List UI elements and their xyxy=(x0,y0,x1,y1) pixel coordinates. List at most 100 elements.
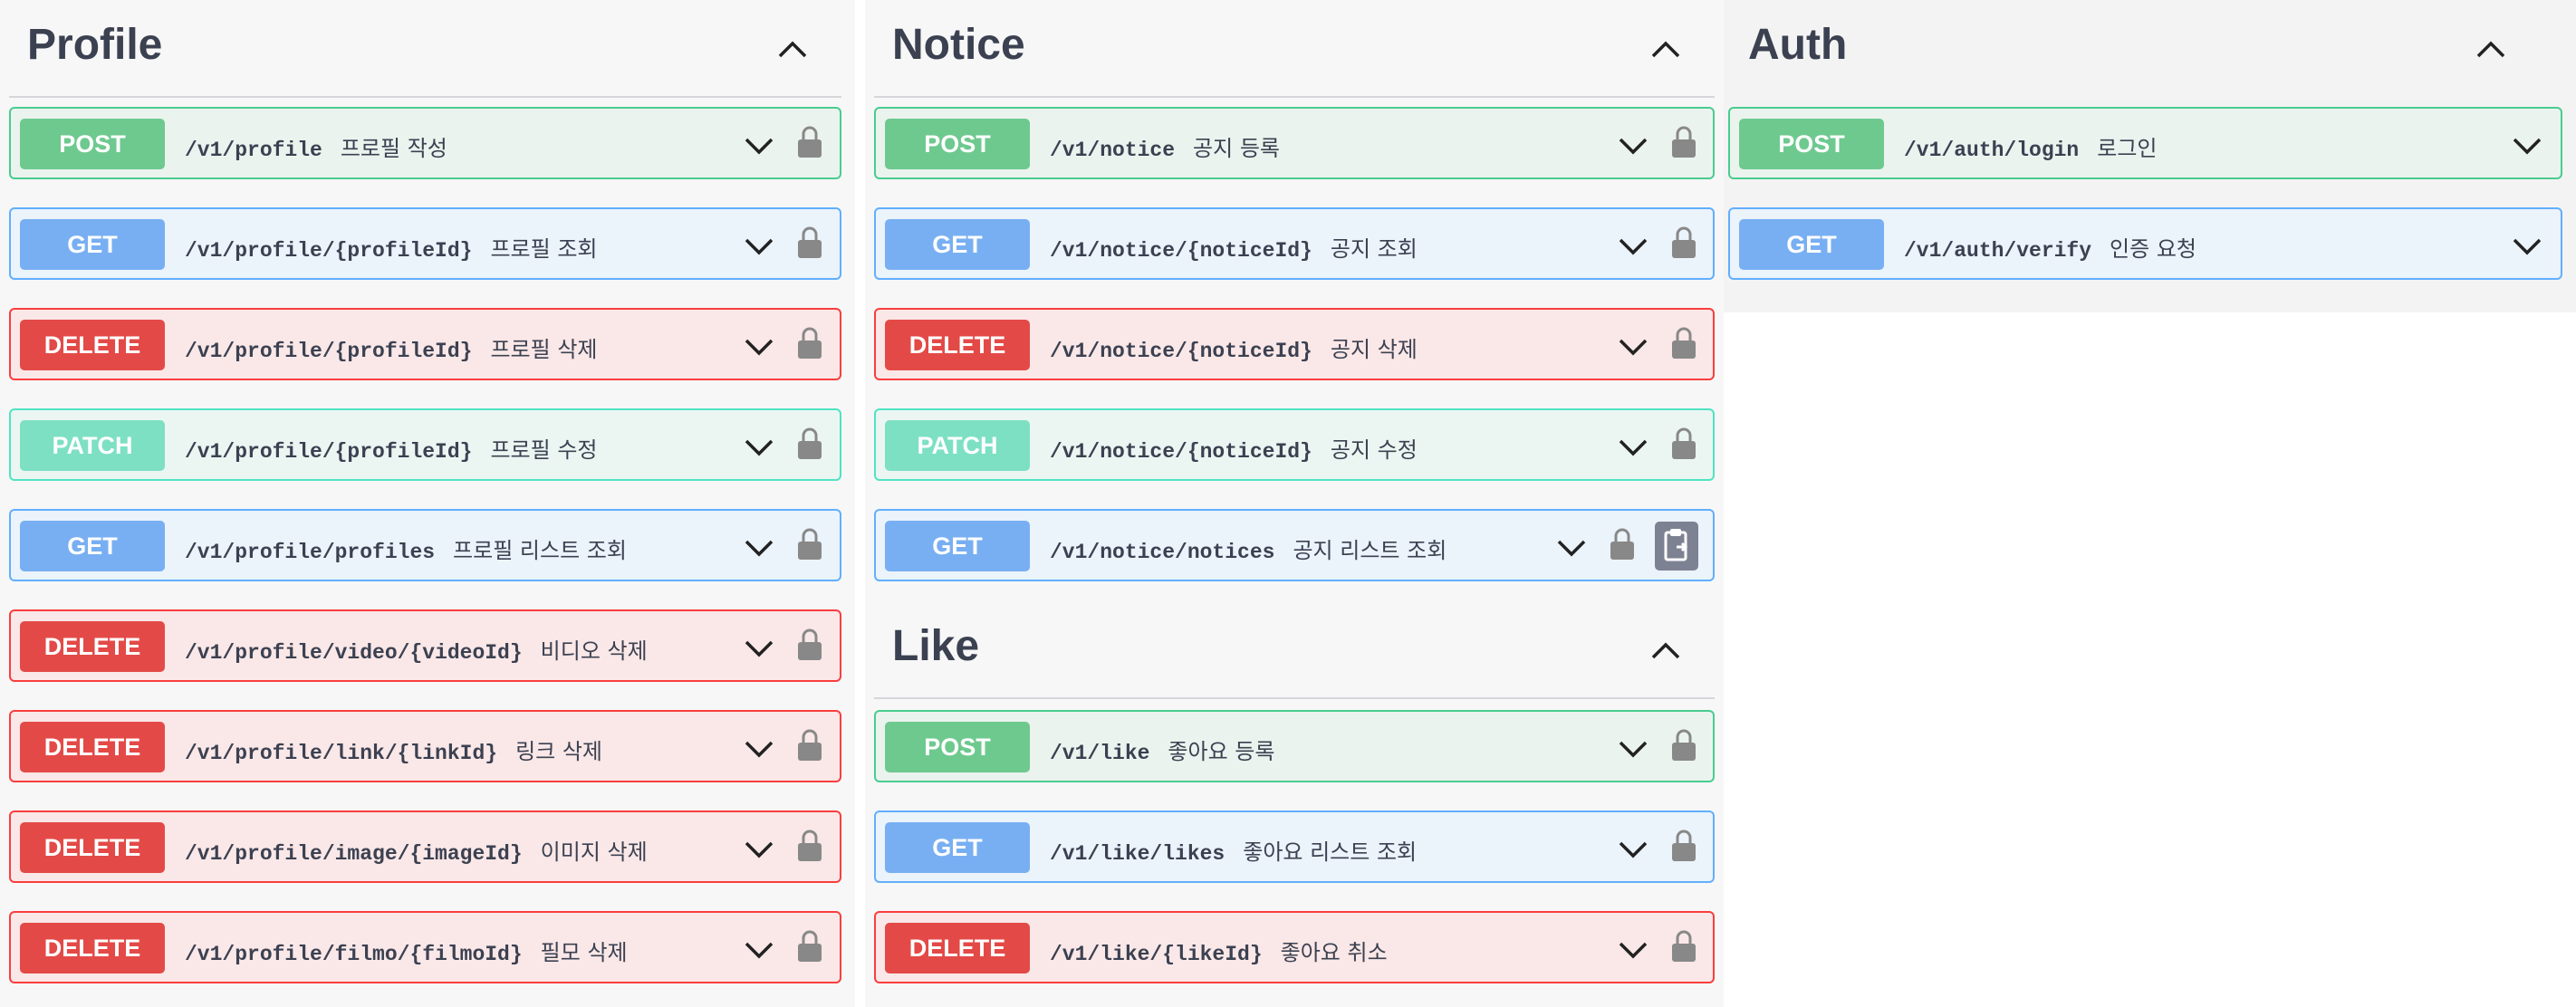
auth-column: Auth POST /v1/auth/login 로그인 GET /v1/auth… xyxy=(1724,0,2576,312)
tag-section-auth: Auth POST /v1/auth/login 로그인 GET /v1/auth… xyxy=(1724,0,2576,312)
lock-icon[interactable] xyxy=(795,123,824,159)
opblock-post-notice[interactable]: POST /v1/notice 공지 등록 xyxy=(874,107,1715,179)
tag-title: Notice xyxy=(892,21,1025,69)
method-badge: DELETE xyxy=(20,923,165,973)
opblock-post-profile[interactable]: POST /v1/profile 프로필 작성 xyxy=(9,107,841,179)
method-badge: POST xyxy=(20,119,165,169)
chevron-down-icon[interactable] xyxy=(743,834,775,863)
operation-path: /v1/profile/image/{imageId} 이미지 삭제 xyxy=(185,839,648,866)
operation-path: /v1/profile/link/{linkId} 링크 삭제 xyxy=(185,739,603,765)
operation-summary: 좋아요 리스트 조회 xyxy=(1243,839,1418,865)
lock-icon[interactable] xyxy=(795,425,824,461)
opblock-delete-filmo[interactable]: DELETE /v1/profile/filmo/{filmoId} 필모 삭제 xyxy=(9,911,841,983)
operation-path: /v1/profile/{profileId} 프로필 삭제 xyxy=(185,337,598,363)
operation-summary: 공지 등록 xyxy=(1193,136,1280,161)
lock-icon[interactable] xyxy=(1669,123,1698,159)
lock-icon[interactable] xyxy=(795,525,824,561)
lock-icon[interactable] xyxy=(1669,425,1698,461)
notice-like-column: Notice POST /v1/notice 공지 등록 GET /v1/noti… xyxy=(865,0,1724,1007)
chevron-down-icon[interactable] xyxy=(743,935,775,964)
operation-summary: 필모 삭제 xyxy=(540,940,628,965)
lock-icon[interactable] xyxy=(1669,726,1698,762)
operation-summary: 링크 삭제 xyxy=(515,739,603,764)
chevron-down-icon[interactable] xyxy=(743,130,775,159)
opblock-get-profile-by-id[interactable]: GET /v1/profile/{profileId} 프로필 조회 xyxy=(9,207,841,280)
operation-summary: 이미지 삭제 xyxy=(540,839,648,865)
chevron-down-icon[interactable] xyxy=(1617,834,1649,863)
opblock-get-likes[interactable]: GET /v1/like/likes 좋아요 리스트 조회 xyxy=(874,810,1715,883)
tag-title: Profile xyxy=(27,21,163,69)
opblock-delete-profile[interactable]: DELETE /v1/profile/{profileId} 프로필 삭제 xyxy=(9,308,841,380)
method-badge: DELETE xyxy=(20,320,165,370)
operation-summary: 공지 리스트 조회 xyxy=(1293,538,1447,563)
method-badge: POST xyxy=(885,119,1030,169)
opblock-get-notices[interactable]: GET /v1/notice/notices 공지 리스트 조회 xyxy=(874,509,1715,581)
opblock-delete-link[interactable]: DELETE /v1/profile/link/{linkId} 링크 삭제 xyxy=(9,710,841,782)
lock-icon[interactable] xyxy=(795,224,824,260)
lock-icon[interactable] xyxy=(1669,827,1698,863)
operation-summary: 좋아요 등록 xyxy=(1168,739,1275,764)
operation-path: /v1/notice/{noticeId} 공지 조회 xyxy=(1050,236,1418,263)
operation-path: /v1/notice/notices 공지 리스트 조회 xyxy=(1050,538,1447,564)
method-badge: DELETE xyxy=(885,923,1030,973)
operation-summary: 프로필 작성 xyxy=(340,136,447,161)
lock-icon[interactable] xyxy=(1669,927,1698,964)
lock-icon[interactable] xyxy=(795,726,824,762)
opblock-patch-profile[interactable]: PATCH /v1/profile/{profileId} 프로필 수정 xyxy=(9,408,841,481)
lock-icon[interactable] xyxy=(795,626,824,662)
copy-button[interactable] xyxy=(1655,522,1698,571)
operation-summary: 프로필 리스트 조회 xyxy=(453,538,627,563)
lock-icon[interactable] xyxy=(795,827,824,863)
opblock-delete-image[interactable]: DELETE /v1/profile/image/{imageId} 이미지 삭제 xyxy=(9,810,841,883)
operation-path: /v1/profile/video/{videoId} 비디오 삭제 xyxy=(185,638,648,665)
method-badge: GET xyxy=(20,219,165,270)
opblock-get-auth-verify[interactable]: GET /v1/auth/verify 인증 요청 xyxy=(1728,207,2562,280)
tag-header-auth[interactable]: Auth xyxy=(1728,0,2562,98)
tag-section-profile: Profile POST /v1/profile 프로필 작성 GET /v1/p… xyxy=(0,0,855,1007)
operation-summary: 프로필 수정 xyxy=(490,437,598,463)
tag-header-profile[interactable]: Profile xyxy=(9,0,841,98)
chevron-down-icon[interactable] xyxy=(743,432,775,461)
method-badge: GET xyxy=(20,521,165,571)
tag-header-notice[interactable]: Notice xyxy=(874,0,1715,98)
chevron-down-icon[interactable] xyxy=(1617,231,1649,260)
method-badge: POST xyxy=(885,722,1030,772)
opblock-get-notice[interactable]: GET /v1/notice/{noticeId} 공지 조회 xyxy=(874,207,1715,280)
lock-icon[interactable] xyxy=(795,927,824,964)
method-badge: DELETE xyxy=(20,722,165,772)
lock-icon[interactable] xyxy=(1669,224,1698,260)
chevron-up-icon[interactable] xyxy=(1644,628,1687,672)
opblock-delete-video[interactable]: DELETE /v1/profile/video/{videoId} 비디오 삭제 xyxy=(9,609,841,682)
lock-icon[interactable] xyxy=(1669,324,1698,360)
lock-icon[interactable] xyxy=(795,324,824,360)
operation-summary: 로그인 xyxy=(2097,136,2158,161)
chevron-down-icon[interactable] xyxy=(2511,130,2543,159)
opblock-delete-notice[interactable]: DELETE /v1/notice/{noticeId} 공지 삭제 xyxy=(874,308,1715,380)
chevron-up-icon[interactable] xyxy=(2469,27,2513,71)
chevron-down-icon[interactable] xyxy=(1617,331,1649,360)
chevron-down-icon[interactable] xyxy=(1617,130,1649,159)
method-badge: GET xyxy=(885,521,1030,571)
chevron-down-icon[interactable] xyxy=(1617,935,1649,964)
opblock-delete-like[interactable]: DELETE /v1/like/{likeId} 좋아요 취소 xyxy=(874,911,1715,983)
opblock-post-auth-login[interactable]: POST /v1/auth/login 로그인 xyxy=(1728,107,2562,179)
method-badge: GET xyxy=(1739,219,1884,270)
chevron-down-icon[interactable] xyxy=(743,734,775,762)
chevron-down-icon[interactable] xyxy=(2511,231,2543,260)
chevron-down-icon[interactable] xyxy=(743,231,775,260)
tag-section-like: Like POST /v1/like 좋아요 등록 GET /v1/like/li… xyxy=(865,601,1724,1007)
tag-header-like[interactable]: Like xyxy=(874,601,1715,699)
chevron-down-icon[interactable] xyxy=(1617,432,1649,461)
chevron-down-icon[interactable] xyxy=(743,532,775,561)
chevron-up-icon[interactable] xyxy=(1644,27,1687,71)
operation-path: /v1/profile/profiles 프로필 리스트 조회 xyxy=(185,538,627,564)
lock-icon[interactable] xyxy=(1608,525,1637,561)
chevron-up-icon[interactable] xyxy=(771,27,814,71)
opblock-post-like[interactable]: POST /v1/like 좋아요 등록 xyxy=(874,710,1715,782)
chevron-down-icon[interactable] xyxy=(743,331,775,360)
chevron-down-icon[interactable] xyxy=(1555,532,1588,561)
opblock-patch-notice[interactable]: PATCH /v1/notice/{noticeId} 공지 수정 xyxy=(874,408,1715,481)
chevron-down-icon[interactable] xyxy=(743,633,775,662)
chevron-down-icon[interactable] xyxy=(1617,734,1649,762)
opblock-get-profiles[interactable]: GET /v1/profile/profiles 프로필 리스트 조회 xyxy=(9,509,841,581)
